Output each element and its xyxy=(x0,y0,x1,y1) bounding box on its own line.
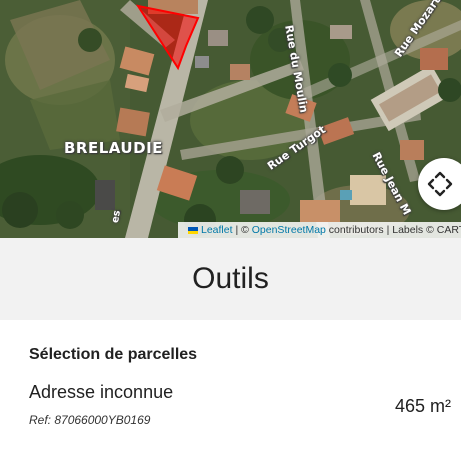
attribution-rest: contributors | Labels © CART xyxy=(325,224,461,236)
parcel-selection-heading: Sélection de parcelles xyxy=(29,346,198,363)
pan-map-button[interactable] xyxy=(418,158,461,210)
map-imagery xyxy=(0,0,461,238)
parcel-address: Adresse inconnue xyxy=(29,382,174,402)
map-attribution: Leaflet | © OpenStreetMap contributors |… xyxy=(178,222,461,238)
street-label-partial: es xyxy=(110,209,124,224)
leaflet-link[interactable]: Leaflet xyxy=(201,224,233,236)
parcel-selection-panel: Sélection de parcelles Adresse inconnue … xyxy=(0,320,461,450)
openstreetmap-link[interactable]: OpenStreetMap xyxy=(252,224,326,236)
ukraine-flag-icon xyxy=(188,227,198,234)
satellite-map[interactable]: BRELAUDIE Rue du Moulin Rue Mozart Rue T… xyxy=(0,0,461,238)
tools-header: Outils xyxy=(0,238,461,320)
move-arrows-icon xyxy=(427,171,453,197)
parcel-reference: Ref: 87066000YB0169 xyxy=(29,413,151,427)
parcel-area: 465 m² xyxy=(394,396,451,416)
place-label: BRELAUDIE xyxy=(64,139,163,157)
tools-title: Outils xyxy=(192,262,269,295)
attribution-separator: | © xyxy=(232,224,252,236)
